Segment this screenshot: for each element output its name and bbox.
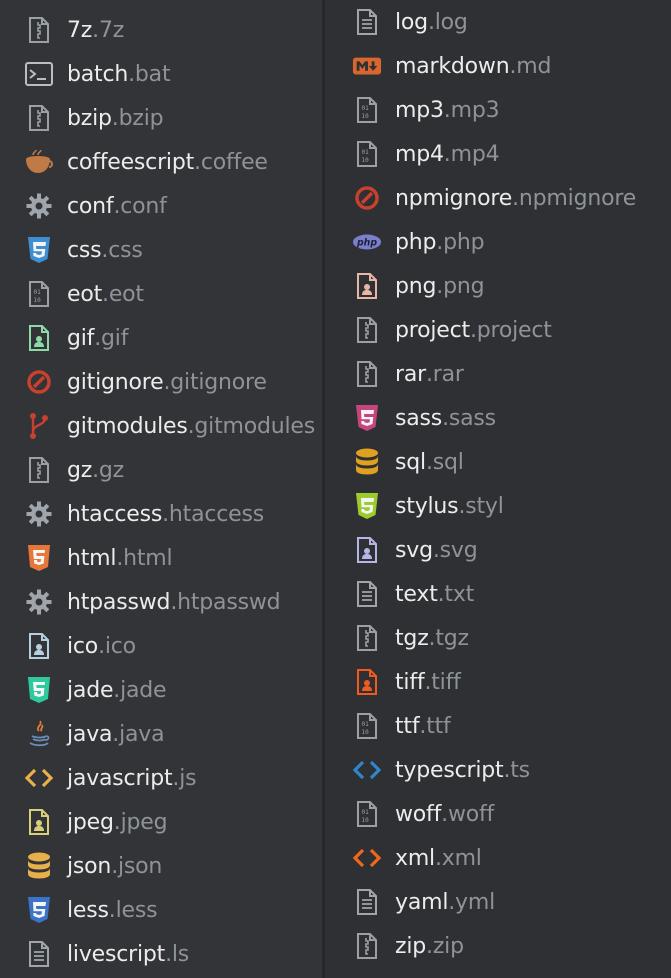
text-file-icon [352, 7, 382, 37]
binary-icon: 01 10 [352, 95, 382, 125]
binary-icon: 01 10 [352, 139, 382, 169]
file-extension: .mp3 [443, 97, 500, 123]
markdown-icon [352, 51, 382, 81]
file-extension: .yml [448, 889, 496, 915]
file-type-item-typescript[interactable]: typescript .ts [0, 748, 671, 792]
file-extension: .project [469, 317, 552, 343]
file-type-name: png [395, 273, 437, 299]
file-type-name: woff [395, 801, 442, 827]
binary-icon: 01 10 [352, 799, 382, 829]
text-file-icon [352, 579, 382, 609]
file-type-name: zip [395, 933, 427, 959]
css3-icon [352, 491, 382, 521]
file-type-item-rar[interactable]: rar .rar [0, 352, 671, 396]
code-icon [352, 843, 382, 873]
file-extension: .ttf [419, 713, 451, 739]
file-type-item-tgz[interactable]: tgz .tgz [0, 616, 671, 660]
zip-icon [352, 315, 382, 345]
file-type-item-tiff[interactable]: tiff .tiff [0, 660, 671, 704]
file-type-item-svg[interactable]: svg .svg [0, 528, 671, 572]
file-type-name: xml [395, 845, 435, 871]
file-type-item-mp4[interactable]: 01 10 mp4 .mp4 [0, 132, 671, 176]
file-list-right-column: log .log markdown .md 01 10 mp3 .mp3 01 10 mp4 .mp4… [325, 0, 671, 978]
zip-icon [352, 359, 382, 389]
file-extension: .png [436, 273, 485, 299]
file-extension: .tiff [424, 669, 461, 695]
file-extension: .md [509, 53, 552, 79]
file-extension: .mp4 [443, 141, 500, 167]
file-type-name: svg [395, 537, 433, 563]
svg-text:01: 01 [362, 105, 370, 112]
svg-text:10: 10 [362, 817, 370, 824]
file-extension: .zip [426, 933, 464, 959]
file-type-item-npmignore[interactable]: npmignore .npmignore [0, 176, 671, 220]
css3-icon [352, 403, 382, 433]
svg-text:01: 01 [362, 721, 370, 728]
file-type-name: tiff [395, 669, 425, 695]
file-type-name: npmignore [395, 185, 513, 211]
file-type-name: rar [395, 361, 426, 387]
file-extension: .svg [432, 537, 478, 563]
file-type-item-zip[interactable]: zip .zip [0, 924, 671, 968]
file-type-item-log[interactable]: log .log [0, 0, 671, 44]
php-icon: php [352, 227, 382, 257]
file-type-name: sass [395, 405, 443, 431]
file-type-item-xml[interactable]: xml .xml [0, 836, 671, 880]
file-type-name: sql [395, 449, 426, 475]
svg-text:10: 10 [362, 729, 370, 736]
file-type-name: project [395, 317, 470, 343]
file-type-name: text [395, 581, 438, 607]
file-extension: .styl [458, 493, 504, 519]
file-extension: .txt [437, 581, 475, 607]
file-type-name: markdown [395, 53, 510, 79]
no-entry-icon [352, 183, 382, 213]
file-extension: .log [427, 9, 468, 35]
svg-text:01: 01 [362, 149, 370, 156]
file-type-item-text[interactable]: text .txt [0, 572, 671, 616]
file-type-item-php[interactable]: php php .php [0, 220, 671, 264]
file-type-name: mp3 [395, 97, 444, 123]
file-type-item-woff[interactable]: 01 10 woff .woff [0, 792, 671, 836]
file-type-name: php [395, 229, 437, 255]
database-icon [352, 447, 382, 477]
text-file-icon [352, 887, 382, 917]
file-type-item-sql[interactable]: sql .sql [0, 440, 671, 484]
file-extension: .rar [425, 361, 464, 387]
file-extension: .xml [434, 845, 482, 871]
image-icon [352, 535, 382, 565]
file-extension: .php [436, 229, 485, 255]
file-type-name: stylus [395, 493, 459, 519]
file-type-list-right: log .log markdown .md 01 10 mp3 .mp3 01 10 mp4 .mp4… [325, 0, 671, 968]
file-extension: .woff [441, 801, 495, 827]
file-type-item-mp3[interactable]: 01 10 mp3 .mp3 [0, 88, 671, 132]
file-type-item-project[interactable]: project .project [0, 308, 671, 352]
file-type-item-png[interactable]: png .png [0, 264, 671, 308]
file-type-name: tgz [395, 625, 429, 651]
zip-icon [352, 623, 382, 653]
image-icon [352, 667, 382, 697]
file-type-name: yaml [395, 889, 449, 915]
svg-text:10: 10 [362, 157, 370, 164]
file-type-name: typescript [395, 757, 504, 783]
file-type-name: mp4 [395, 141, 444, 167]
binary-icon: 01 10 [352, 711, 382, 741]
code-icon [352, 755, 382, 785]
file-extension: .sql [425, 449, 464, 475]
svg-text:01: 01 [362, 809, 370, 816]
file-type-item-ttf[interactable]: 01 10 ttf .ttf [0, 704, 671, 748]
file-type-name: ttf [395, 713, 420, 739]
image-icon [352, 271, 382, 301]
zip-icon [352, 931, 382, 961]
file-extension: .sass [442, 405, 496, 431]
svg-text:php: php [356, 237, 377, 248]
file-type-name: log [395, 9, 428, 35]
file-type-item-markdown[interactable]: markdown .md [0, 44, 671, 88]
file-type-item-stylus[interactable]: stylus .styl [0, 484, 671, 528]
file-type-item-yaml[interactable]: yaml .yml [0, 880, 671, 924]
file-extension: .ts [503, 757, 530, 783]
svg-text:10: 10 [362, 113, 370, 120]
file-extension: .npmignore [512, 185, 637, 211]
file-type-item-sass[interactable]: sass .sass [0, 396, 671, 440]
file-extension: .tgz [428, 625, 470, 651]
